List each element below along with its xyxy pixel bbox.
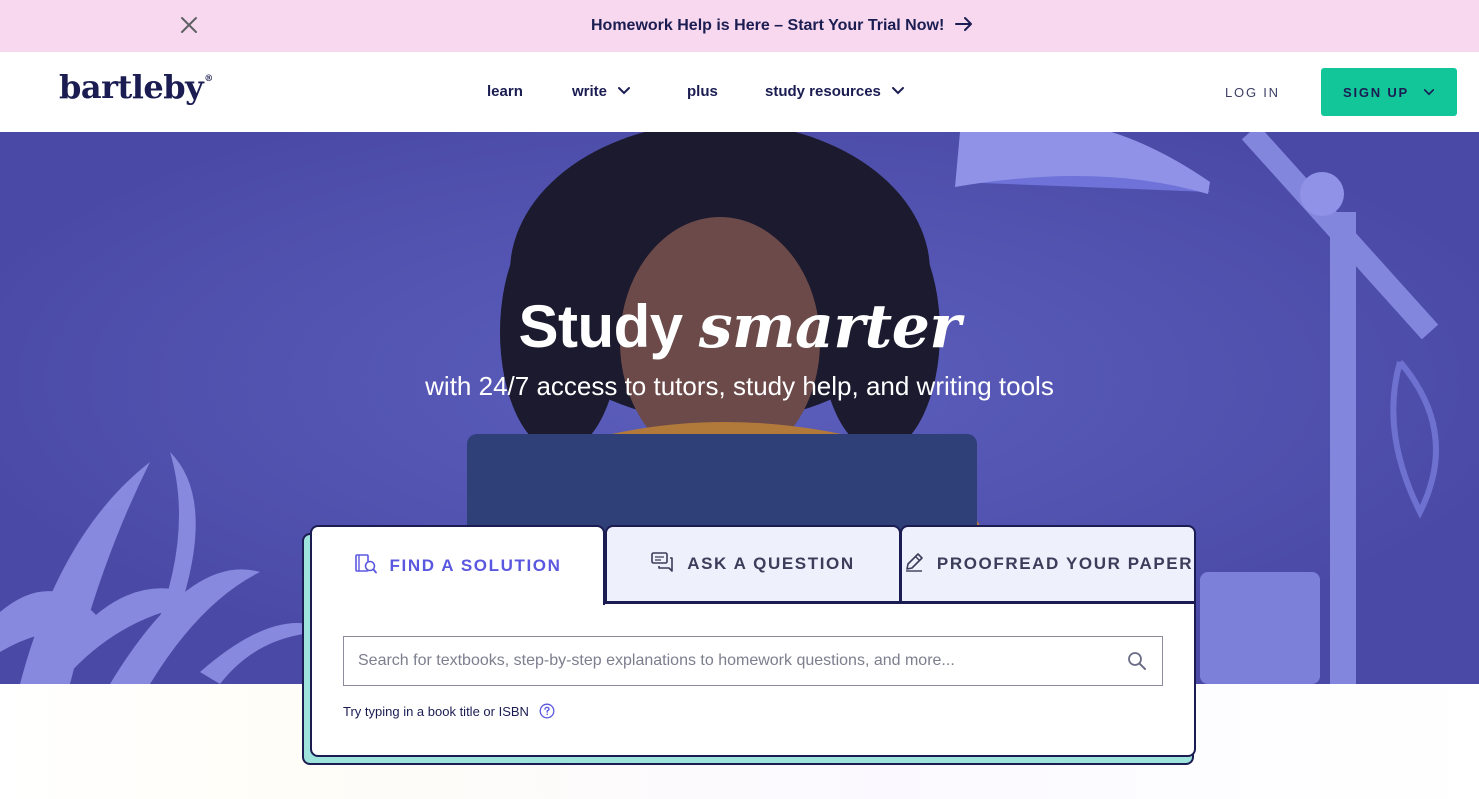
tab-proofread-your-paper-label: PROOFREAD YOUR PAPER <box>936 554 1194 573</box>
tab-ask-a-question-label: ASK A QUESTION <box>687 554 855 573</box>
promo-text: Homework Help is Here – Start Your Trial… <box>591 17 945 34</box>
nav-plus-label: plus <box>687 83 718 100</box>
close-icon[interactable] <box>176 12 202 38</box>
chevron-down-icon <box>1423 85 1435 100</box>
search-box <box>343 636 1163 686</box>
nav-plus[interactable]: plus <box>687 83 718 100</box>
search-hint: Try typing in a book title or ISBN <box>343 703 555 719</box>
tab-proofread-your-paper[interactable]: PROOFREAD YOUR PAPER <box>900 525 1196 603</box>
nav-write[interactable]: write <box>572 83 631 100</box>
tab-find-a-solution-label: FIND A SOLUTION <box>389 556 562 575</box>
nav-write-label: write <box>572 83 608 100</box>
site-header: bartleby® learn write plus study resourc… <box>0 52 1479 132</box>
nav-learn-label: learn <box>487 83 523 100</box>
pencil-icon <box>903 551 925 578</box>
nav-study-resources-label: study resources <box>765 83 881 100</box>
textbook-search-icon <box>354 553 378 580</box>
promo-trial-link[interactable]: Homework Help is Here – Start Your Trial… <box>591 0 974 52</box>
signup-label: SIGN UP <box>1342 84 1410 100</box>
help-icon[interactable] <box>539 703 555 719</box>
search-widget: FIND A SOLUTION ASK A QUESTION PROOFREAD… <box>310 525 1196 757</box>
login-button[interactable]: LOG IN <box>1225 85 1280 100</box>
registered-mark: ® <box>204 74 213 84</box>
search-icon[interactable] <box>1112 637 1162 685</box>
hero-title-emphasis: smarter <box>698 292 961 362</box>
search-hint-text: Try typing in a book title or ISBN <box>343 703 529 719</box>
chevron-down-icon <box>891 83 905 100</box>
hero-title-plain: Study <box>518 293 683 360</box>
chevron-down-icon <box>617 83 631 100</box>
nav-study-resources[interactable]: study resources <box>765 83 905 100</box>
search-input[interactable] <box>344 637 1112 685</box>
hero-title: Study smarter <box>0 292 1479 362</box>
hero-subtitle: with 24/7 access to tutors, study help, … <box>425 371 1054 401</box>
search-panel: Try typing in a book title or ISBN <box>310 602 1196 757</box>
bartleby-logo[interactable]: bartleby® <box>59 68 213 106</box>
promo-banner: Homework Help is Here – Start Your Trial… <box>0 0 1479 52</box>
nav-learn[interactable]: learn <box>487 83 523 100</box>
tab-find-a-solution[interactable]: FIND A SOLUTION <box>310 525 605 605</box>
tab-ask-a-question[interactable]: ASK A QUESTION <box>605 525 901 603</box>
arrow-right-icon <box>954 14 974 39</box>
signup-button[interactable]: SIGN UP <box>1321 68 1457 116</box>
logo-text: bartleby <box>59 68 204 106</box>
chat-bubbles-icon <box>651 551 675 578</box>
